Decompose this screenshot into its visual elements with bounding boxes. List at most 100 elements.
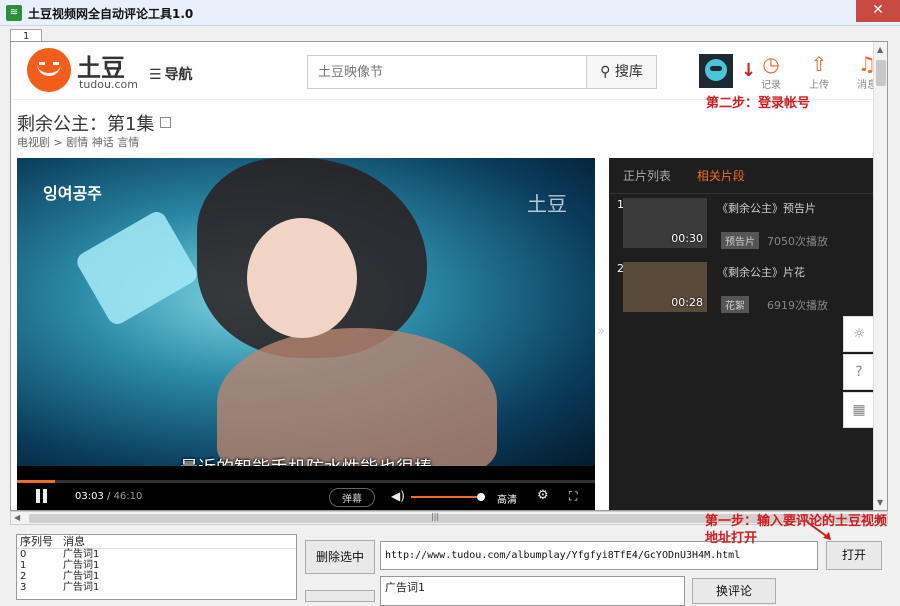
- tab-strip: 1: [10, 28, 43, 44]
- skull-avatar-icon: [705, 59, 727, 81]
- tudou-logo-icon[interactable]: [27, 48, 71, 92]
- comment-textarea[interactable]: 广告词1: [380, 576, 685, 606]
- volume-fill: [411, 496, 482, 498]
- volume-slider[interactable]: [411, 493, 486, 501]
- search-button-label: 搜库: [614, 64, 643, 80]
- table-row[interactable]: 2 广告词1: [17, 571, 296, 582]
- annotation-step1: 第一步：输入要评论的土豆视频 地址打开: [705, 513, 887, 547]
- search-button[interactable]: ⚲ 搜库: [587, 55, 657, 89]
- table-row[interactable]: 0 广告词1: [17, 549, 296, 560]
- qrcode-icon[interactable]: ▦: [843, 392, 875, 428]
- clip-number: 1: [617, 198, 624, 211]
- expand-panel-icon[interactable]: »: [597, 324, 605, 339]
- site-header: 土豆 tudou.com ☰导航 ⚲ 搜库 ↓ ◷ 记录 ⇧ 上传 ♫ 消息 第…: [11, 42, 877, 111]
- help-icon[interactable]: ?: [843, 354, 875, 390]
- scroll-thumb[interactable]: [876, 60, 886, 86]
- row-msg: 广告词1: [63, 549, 100, 560]
- window-title: 土豆视频网全自动评论工具1.0: [28, 7, 194, 21]
- show-logo: 잉여공주: [43, 184, 102, 203]
- volume-knob[interactable]: [477, 493, 486, 501]
- annotation-arrow-icon: [806, 521, 831, 540]
- clip-thumbnail[interactable]: 00:28: [623, 262, 707, 312]
- table-header: 序列号 消息: [17, 535, 296, 549]
- row-seq: 0: [20, 549, 27, 560]
- header-msg: 消息: [63, 535, 85, 548]
- video-title: 剩余公主：第1集: [17, 110, 172, 136]
- header-seq: 序列号: [20, 535, 53, 548]
- table-row[interactable]: 1 广告词1: [17, 560, 296, 571]
- video-player[interactable]: 잉여공주 土豆 最近的智能手机防水性能也很棒 03:03 / 46:10 弹幕 …: [17, 158, 595, 510]
- tab-episode-list[interactable]: 正片列表: [623, 158, 671, 194]
- fullscreen-icon[interactable]: ⛶: [569, 489, 577, 504]
- title-bar: ≋ 土豆视频网全自动评论工具1.0 ✕: [0, 0, 900, 26]
- scroll-down-icon[interactable]: ▼: [877, 498, 883, 507]
- upload-button[interactable]: ⇧ 上传: [799, 52, 839, 91]
- list-item[interactable]: 00:30 1 《剩余公主》预告片 预告片 7050次播放: [617, 198, 867, 258]
- close-button[interactable]: ✕: [856, 0, 900, 22]
- search-icon: ⚲: [600, 64, 611, 80]
- row-seq: 3: [20, 582, 27, 593]
- player-controls: 03:03 / 46:10 弹幕 ◀) 高清 ⚙ ⛶: [17, 483, 595, 510]
- close-icon: ✕: [872, 2, 884, 18]
- pause-icon[interactable]: [35, 489, 49, 503]
- table-row[interactable]: 3 广告词1: [17, 582, 296, 593]
- row-seq: 2: [20, 571, 27, 582]
- history-button[interactable]: ◷ 记录: [751, 52, 791, 91]
- tab-related-clips[interactable]: 相关片段: [697, 158, 745, 194]
- clip-plays: 7050次播放: [767, 235, 828, 248]
- time-display: 03:03 / 46:10: [75, 491, 143, 502]
- video-title-text: 剩余公主：第1集: [17, 114, 155, 135]
- history-label: 记录: [761, 80, 781, 91]
- quality-button[interactable]: 高清: [497, 491, 517, 506]
- upload-label: 上传: [809, 80, 829, 91]
- annotation-step1-line1: 第一步：输入要评论的土豆视频: [705, 514, 888, 529]
- embedded-browser: 土豆 tudou.com ☰导航 ⚲ 搜库 ↓ ◷ 记录 ⇧ 上传 ♫ 消息 第…: [10, 41, 888, 511]
- app-icon: ≋: [6, 5, 22, 21]
- vertical-scrollbar[interactable]: ▲ ▼: [873, 42, 887, 510]
- annotation-step2: 第二步：登录帐号: [706, 96, 811, 111]
- clip-plays: 6919次播放: [767, 299, 828, 312]
- clip-title[interactable]: 《剩余公主》片花: [717, 264, 805, 280]
- annotation-step1-line2: 地址打开: [705, 531, 758, 546]
- nav-label: 导航: [164, 67, 193, 83]
- clip-duration: 00:30: [671, 232, 703, 245]
- list-item[interactable]: 00:28 2 《剩余公主》片花 花絮 6919次播放: [617, 262, 867, 322]
- floating-tools: ☼ ? ▦: [843, 316, 875, 430]
- upload-icon: ⇧: [810, 52, 828, 76]
- clip-duration: 00:28: [671, 296, 703, 309]
- row-msg: 广告词1: [63, 560, 100, 571]
- danmu-toggle[interactable]: 弹幕: [329, 488, 375, 507]
- total-time: 46:10: [113, 491, 143, 502]
- clip-thumbnail[interactable]: 00:30: [623, 198, 707, 248]
- side-panel: 正片列表 相关片段 00:30 1 《剩余公主》预告片 预告片 7050次播放 …: [609, 158, 875, 510]
- scroll-up-icon[interactable]: ▲: [877, 45, 883, 54]
- clip-tag: 花絮: [721, 296, 749, 313]
- volume-icon[interactable]: ◀): [391, 489, 405, 503]
- gear-icon[interactable]: ⚙: [537, 488, 549, 503]
- delete-selected-button[interactable]: 删除选中: [305, 540, 375, 574]
- avatar[interactable]: [699, 54, 733, 88]
- copy-icon[interactable]: [160, 117, 172, 128]
- lightbulb-icon[interactable]: ☼: [843, 316, 875, 352]
- clip-tag: 预告片: [721, 232, 759, 249]
- row-msg: 广告词1: [63, 582, 100, 593]
- search-box: [307, 55, 587, 89]
- breadcrumb[interactable]: 电视剧 > 剧情 神话 言情: [17, 134, 139, 150]
- clip-title[interactable]: 《剩余公主》预告片: [717, 200, 816, 216]
- search-input[interactable]: [308, 56, 586, 88]
- scroll-left-icon[interactable]: ◀: [14, 513, 20, 522]
- grip-icon: |||: [431, 512, 440, 521]
- message-table[interactable]: 序列号 消息 0 广告词1 1 广告词1 2 广告词1 3 广告词1: [16, 534, 297, 600]
- current-time: 03:03: [75, 491, 104, 502]
- video-subtitle: 最近的智能手机防水性能也很棒: [17, 454, 595, 466]
- row-seq: 1: [20, 560, 27, 571]
- clock-icon: ◷: [762, 52, 780, 76]
- logo-subtitle: tudou.com: [79, 78, 138, 91]
- video-frame[interactable]: 잉여공주 土豆 最近的智能手机防水性能也很棒: [17, 158, 595, 466]
- side-tabs: 正片列表 相关片段: [609, 158, 875, 194]
- change-comment-button[interactable]: 换评论: [692, 578, 776, 604]
- nav-menu-button[interactable]: ☰ 导航: [149, 64, 193, 84]
- row-msg: 广告词1: [63, 571, 100, 582]
- clip-number: 2: [617, 262, 624, 275]
- secondary-button[interactable]: [305, 590, 375, 602]
